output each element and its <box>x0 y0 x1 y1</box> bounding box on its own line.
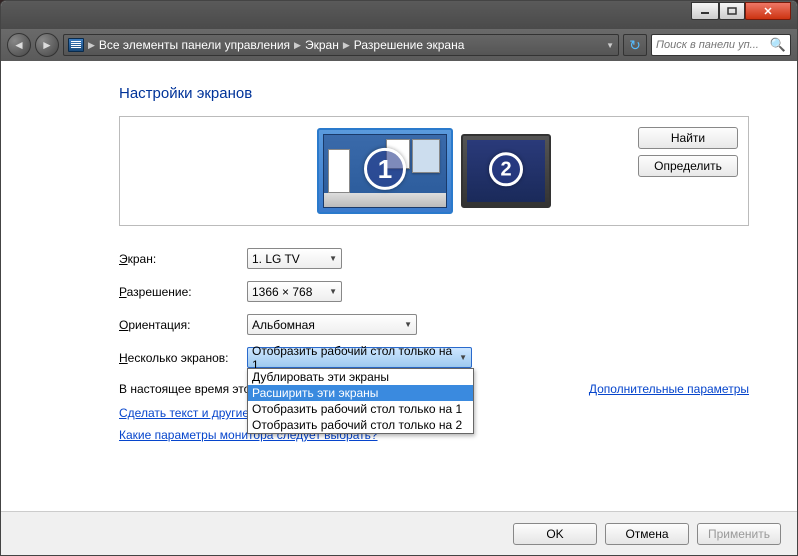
chevron-down-icon[interactable]: ▼ <box>606 41 614 50</box>
resolution-select[interactable]: 1366 × 768 ▼ <box>247 281 342 302</box>
refresh-button[interactable]: ↻ <box>623 34 647 56</box>
monitor-2[interactable]: 2 <box>461 134 551 208</box>
display-select[interactable]: 1. LG TV ▼ <box>247 248 342 269</box>
chevron-down-icon: ▼ <box>459 353 467 362</box>
chevron-right-icon: ▶ <box>88 40 95 51</box>
control-panel-icon <box>68 38 84 52</box>
orientation-value: Альбомная <box>252 318 315 332</box>
search-input[interactable] <box>656 39 770 51</box>
breadcrumb[interactable]: Все элементы панели управления <box>99 38 290 52</box>
detect-button[interactable]: Найти <box>638 127 738 149</box>
dropdown-option[interactable]: Отобразить рабочий стол только на 2 <box>248 417 473 433</box>
main-display-text: В настоящее время это <box>119 382 250 396</box>
page-title: Настройки экранов <box>119 85 749 102</box>
search-box[interactable]: 🔍 <box>651 34 791 56</box>
multiple-displays-label: Несколько экранов: <box>119 351 247 365</box>
navigation-bar: ◄ ► ▶ Все элементы панели управления ▶ Э… <box>1 29 797 61</box>
resolution-value: 1366 × 768 <box>252 285 312 299</box>
maximize-button[interactable] <box>719 2 745 20</box>
ok-button[interactable]: OK <box>513 523 597 545</box>
multiple-displays-select[interactable]: Отобразить рабочий стол только на 1 ▼ Ду… <box>247 347 472 368</box>
chevron-down-icon: ▼ <box>329 254 337 263</box>
monitor-number: 2 <box>489 152 523 186</box>
address-bar[interactable]: ▶ Все элементы панели управления ▶ Экран… <box>63 34 619 56</box>
dropdown-option[interactable]: Дублировать эти экраны <box>248 369 473 385</box>
breadcrumb[interactable]: Экран <box>305 38 339 52</box>
dialog-footer: OK Отмена Применить <box>1 511 797 555</box>
chevron-down-icon: ▼ <box>404 320 412 329</box>
display-label: Экран: <box>119 252 247 266</box>
search-icon[interactable]: 🔍 <box>770 37 786 53</box>
chevron-right-icon: ▶ <box>343 40 350 51</box>
identify-button[interactable]: Определить <box>638 155 738 177</box>
resolution-label: Разрешение: <box>119 285 247 299</box>
monitor-number: 1 <box>364 148 406 190</box>
dropdown-option[interactable]: Отобразить рабочий стол только на 1 <box>248 401 473 417</box>
minimize-button[interactable] <box>691 2 719 20</box>
cancel-button[interactable]: Отмена <box>605 523 689 545</box>
breadcrumb[interactable]: Разрешение экрана <box>354 38 465 52</box>
close-button[interactable] <box>745 2 791 20</box>
display-settings-window: ◄ ► ▶ Все элементы панели управления ▶ Э… <box>0 0 798 556</box>
multiple-displays-dropdown: Дублировать эти экраны Расширить эти экр… <box>247 368 474 434</box>
chevron-right-icon: ▶ <box>294 40 301 51</box>
dropdown-option[interactable]: Расширить эти экраны <box>248 385 473 401</box>
back-button[interactable]: ◄ <box>7 33 31 57</box>
monitor-1[interactable]: 1 <box>317 128 453 214</box>
forward-button[interactable]: ► <box>35 33 59 57</box>
orientation-label: Ориентация: <box>119 318 247 332</box>
monitor-arrangement[interactable]: 1 2 Найти Определить <box>119 116 749 226</box>
chevron-down-icon: ▼ <box>329 287 337 296</box>
apply-button[interactable]: Применить <box>697 523 781 545</box>
display-value: 1. LG TV <box>252 252 300 266</box>
orientation-select[interactable]: Альбомная ▼ <box>247 314 417 335</box>
advanced-settings-link[interactable]: Дополнительные параметры <box>589 382 749 396</box>
titlebar <box>1 1 797 29</box>
